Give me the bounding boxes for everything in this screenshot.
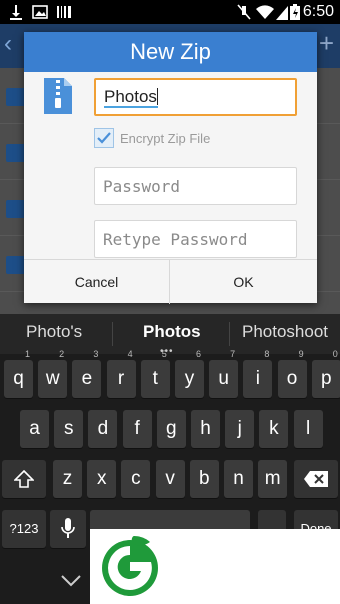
backspace-icon xyxy=(304,471,328,487)
image-icon xyxy=(32,5,48,19)
key-q[interactable]: q1 xyxy=(4,349,33,398)
retype-password-placeholder: Retype Password xyxy=(103,230,248,249)
suggestion-left[interactable]: Photo's xyxy=(26,322,82,342)
key-hint: 3 xyxy=(93,349,99,359)
dialog-title: New Zip xyxy=(24,32,317,72)
key-g[interactable]: g xyxy=(156,410,186,448)
clock: 6:50 xyxy=(302,3,334,20)
key-f[interactable]: f xyxy=(122,410,152,448)
key-hint: 2 xyxy=(59,349,65,359)
zip-name-field[interactable]: Photos xyxy=(94,78,297,116)
encrypt-checkbox[interactable] xyxy=(94,128,114,148)
hide-keyboard-chevron-icon[interactable] xyxy=(60,574,82,588)
key-r[interactable]: r4 xyxy=(106,349,136,398)
ok-button[interactable]: OK xyxy=(170,260,317,304)
battery-icon xyxy=(290,4,300,20)
suggestion-right[interactable]: Photoshoot xyxy=(242,322,328,342)
key-k[interactable]: k xyxy=(259,410,289,448)
divider xyxy=(229,322,230,346)
key-hint: 0 xyxy=(332,349,338,359)
key-o[interactable]: o9 xyxy=(277,349,307,398)
key-l[interactable]: l xyxy=(293,410,323,448)
key-hint: 4 xyxy=(127,349,133,359)
back-chevron-icon: ‹ xyxy=(4,30,12,57)
mute-icon xyxy=(237,4,251,20)
retype-password-field[interactable]: Retype Password xyxy=(94,220,297,258)
key-e[interactable]: e3 xyxy=(72,349,102,398)
add-icon: + xyxy=(318,28,334,58)
key-hint: 6 xyxy=(195,349,201,359)
signal-icon xyxy=(276,6,288,20)
key-m[interactable]: m xyxy=(258,460,288,498)
key-b[interactable]: b xyxy=(189,460,219,498)
key-j[interactable]: j xyxy=(225,410,255,448)
key-hint: 1 xyxy=(24,349,30,359)
download-icon xyxy=(10,5,22,20)
key-u[interactable]: u7 xyxy=(209,349,239,398)
backspace-key[interactable] xyxy=(294,460,338,498)
key-hint: 9 xyxy=(298,349,304,359)
shift-icon xyxy=(13,469,35,488)
suggestion-center[interactable]: Photos xyxy=(143,322,201,342)
cancel-button[interactable]: Cancel xyxy=(24,260,170,304)
key-a[interactable]: a xyxy=(20,410,49,448)
key-hint: 5 xyxy=(161,349,167,359)
dialog-buttons: Cancel OK xyxy=(24,259,317,304)
key-x[interactable]: x xyxy=(87,460,117,498)
checkmark-icon xyxy=(97,132,111,144)
voice-input-key[interactable] xyxy=(50,510,86,548)
password-field[interactable]: Password xyxy=(94,167,297,205)
key-p[interactable]: p0 xyxy=(311,349,340,398)
password-placeholder: Password xyxy=(103,177,181,196)
key-w[interactable]: w2 xyxy=(38,349,68,398)
brand-logo xyxy=(102,536,158,596)
key-v[interactable]: v xyxy=(155,460,185,498)
encrypt-label: Encrypt Zip File xyxy=(120,131,211,146)
key-t[interactable]: t5 xyxy=(140,349,170,398)
suggestion-strip: Photo's Photos ••• Photoshoot xyxy=(0,314,340,357)
status-bar: 6:50 xyxy=(0,0,340,24)
shift-key[interactable] xyxy=(2,460,46,498)
key-i[interactable]: i8 xyxy=(243,349,273,398)
zip-name-value: Photos xyxy=(104,87,158,108)
microphone-icon xyxy=(61,518,75,538)
key-h[interactable]: h xyxy=(191,410,220,448)
new-zip-dialog: New Zip Photos Encrypt Zip File Password… xyxy=(24,32,317,304)
key-hint: 8 xyxy=(264,349,270,359)
key-c[interactable]: c xyxy=(121,460,151,498)
symbols-key[interactable]: ?123 xyxy=(2,510,46,548)
key-z[interactable]: z xyxy=(53,460,82,498)
key-d[interactable]: d xyxy=(88,410,118,448)
barcode-icon xyxy=(57,6,71,18)
watermark-panel xyxy=(90,529,340,604)
key-n[interactable]: n xyxy=(224,460,253,498)
key-hint: 7 xyxy=(230,349,236,359)
zip-file-icon xyxy=(44,78,72,114)
wifi-icon xyxy=(256,5,274,19)
key-y[interactable]: y6 xyxy=(175,349,204,398)
divider xyxy=(112,322,113,346)
key-s[interactable]: s xyxy=(54,410,84,448)
